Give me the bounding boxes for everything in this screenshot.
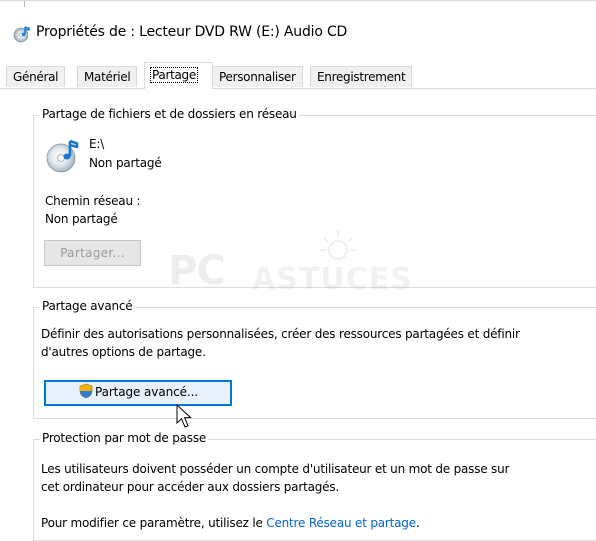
- tab-sharing[interactable]: Partage: [144, 62, 213, 89]
- password-line3-prefix: Pour modifier ce paramètre, utilisez le: [41, 516, 267, 530]
- drive-letter: E:\: [89, 137, 105, 151]
- tab-divider: [0, 88, 596, 89]
- uac-shield-icon: [79, 383, 93, 399]
- tab-recording[interactable]: Enregistrement: [310, 66, 413, 87]
- share-status: Non partagé: [89, 156, 162, 170]
- password-line3-suffix: .: [415, 516, 420, 530]
- group-legend: Partage avancé: [40, 299, 135, 313]
- divider: [24, 1, 25, 7]
- advanced-sharing-label: Partage avancé...: [95, 385, 198, 399]
- network-path-value: Non partagé: [45, 212, 118, 226]
- group-legend: Partage de fichiers et de dossiers en ré…: [40, 107, 299, 121]
- tab-customize[interactable]: Personnaliser: [212, 66, 303, 87]
- cd-drive-icon: [13, 26, 30, 43]
- tab-general[interactable]: Général: [6, 66, 66, 87]
- password-line1: Les utilisateurs doivent posséder un com…: [41, 462, 510, 476]
- window-top-edge: [0, 0, 596, 7]
- group-legend: Protection par mot de passe: [40, 431, 209, 445]
- network-path-label: Chemin réseau :: [45, 194, 141, 208]
- tab-strip: Général Matériel Partage Personnaliser E…: [0, 62, 596, 89]
- window-title: Propriétés de : Lecteur DVD RW (E:) Audi…: [36, 24, 348, 40]
- tab-label: Enregistrement: [317, 70, 406, 84]
- tab-label: Matériel: [84, 70, 131, 84]
- advanced-sharing-button[interactable]: Partage avancé...: [44, 380, 232, 406]
- audio-cd-icon: [46, 139, 79, 173]
- password-line3: Pour modifier ce paramètre, utilisez le …: [41, 516, 420, 530]
- advanced-description-line2: d'autres options de partage.: [41, 345, 206, 359]
- network-center-link[interactable]: Centre Réseau et partage: [266, 516, 416, 530]
- tab-label: Général: [13, 70, 59, 84]
- tab-label: Partage: [150, 67, 198, 83]
- mouse-cursor-icon: [176, 404, 192, 428]
- advanced-description-line1: Définir des autorisations personnalisées…: [41, 327, 520, 341]
- tab-label: Personnaliser: [219, 70, 296, 84]
- title-bar: Propriétés de : Lecteur DVD RW (E:) Audi…: [0, 14, 596, 44]
- password-line2: cet ordinateur pour accéder aux dossiers…: [41, 480, 339, 494]
- share-button[interactable]: Partager...: [44, 240, 141, 266]
- tab-hardware[interactable]: Matériel: [77, 66, 138, 87]
